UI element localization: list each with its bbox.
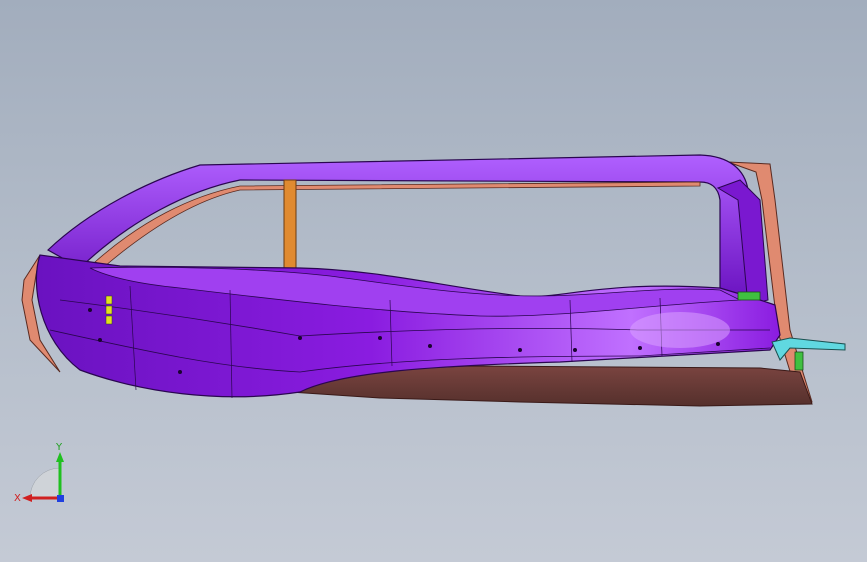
center-pillar [283, 179, 297, 273]
cad-3d-viewport[interactable]: Y X [0, 0, 867, 562]
front-marker-3 [105, 315, 113, 325]
specular-highlight [630, 312, 730, 348]
door-frame-3d-model[interactable] [0, 0, 867, 562]
triad-quarter-disc [29, 467, 61, 499]
rear-bracket-top [737, 291, 761, 301]
z-axis-marker [57, 495, 64, 502]
y-axis-arrowhead [56, 452, 64, 462]
coordinate-triad-icon: Y X [14, 442, 64, 504]
y-axis-label: Y [55, 442, 63, 453]
front-marker-1 [105, 295, 113, 305]
rear-bracket [794, 351, 804, 371]
rear-clip [771, 337, 846, 361]
x-axis-arrowhead [22, 494, 32, 502]
x-axis-label: X [14, 493, 21, 504]
front-marker-2 [105, 305, 113, 315]
